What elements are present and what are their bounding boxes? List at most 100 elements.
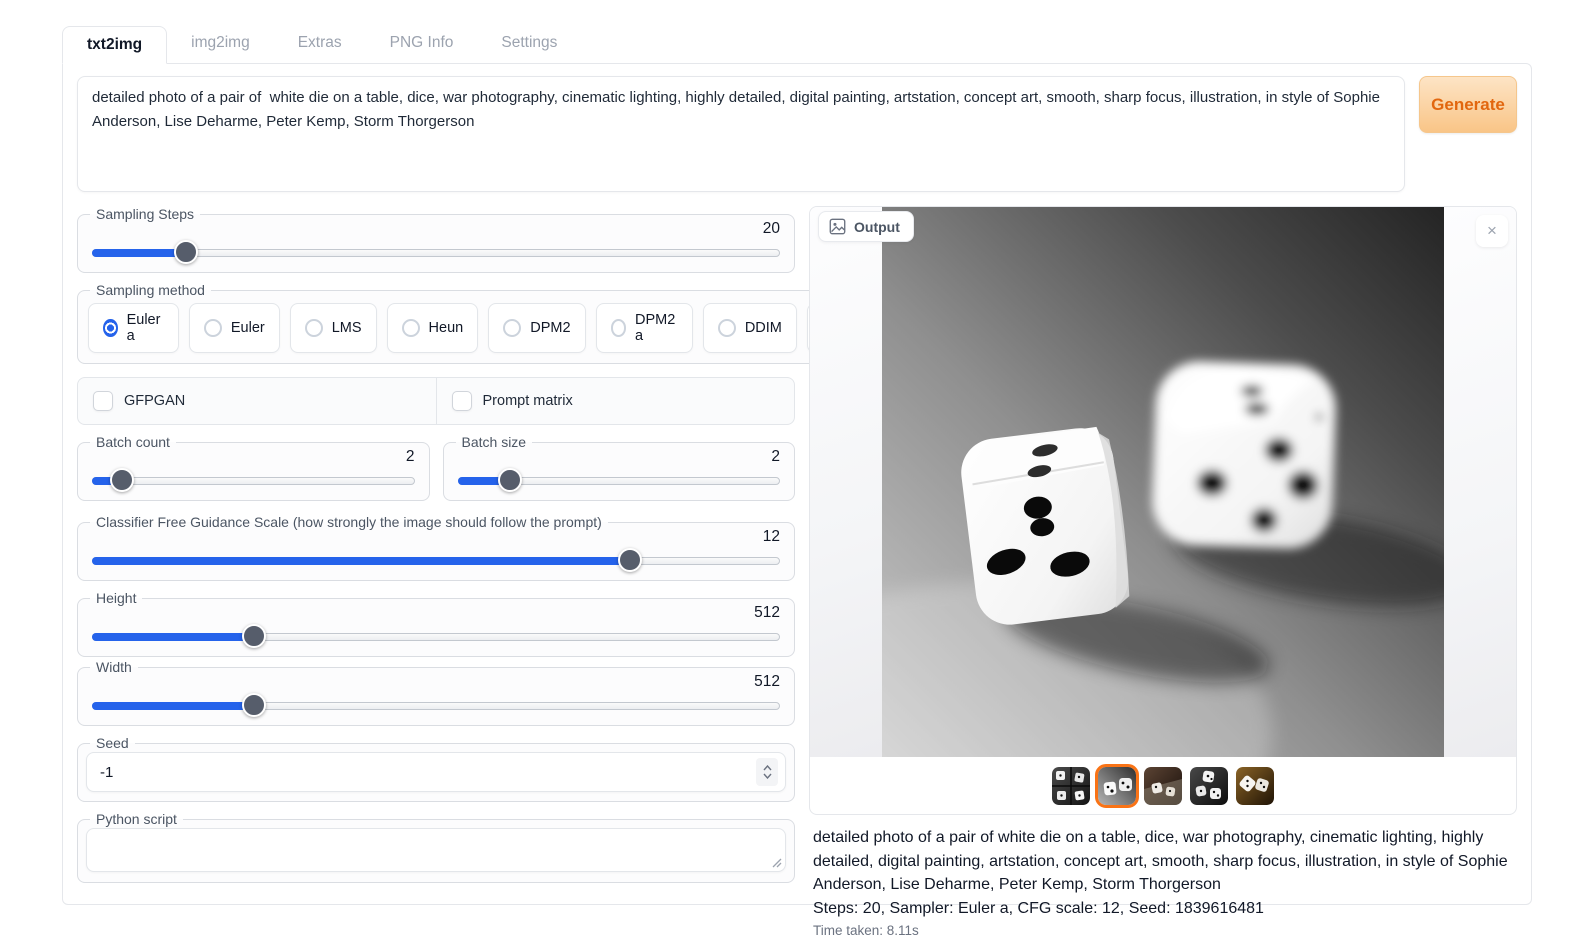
radio-icon xyxy=(204,319,222,337)
prompt-matrix-checkbox[interactable]: Prompt matrix xyxy=(436,378,795,424)
prompt-input[interactable]: detailed photo of a pair of white die on… xyxy=(77,76,1405,192)
sampling-steps-label: Sampling Steps xyxy=(90,206,200,222)
generated-image-dice[interactable] xyxy=(882,207,1444,757)
seed-group: Seed -1 xyxy=(77,735,795,802)
tab-img2img[interactable]: img2img xyxy=(167,25,274,63)
stable-diffusion-webui: txt2img img2img Extras PNG Info Settings… xyxy=(0,0,1594,905)
radio-icon xyxy=(718,319,736,337)
stage-blur-right xyxy=(1444,207,1516,757)
toggle-options-group: GFPGAN Prompt matrix xyxy=(77,377,795,425)
spinner-down-icon xyxy=(763,773,772,779)
radio-dpm2[interactable]: DPM2 xyxy=(488,303,585,353)
number-stepper[interactable] xyxy=(756,758,778,786)
gallery-thumbnail-3[interactable] xyxy=(1144,767,1182,805)
height-label: Height xyxy=(90,590,142,606)
slider-handle[interactable] xyxy=(498,468,522,492)
sampling-steps-slider[interactable] xyxy=(92,239,780,265)
slider-handle[interactable] xyxy=(110,468,134,492)
sampling-method-options: Euler a Euler LMS Heun DPM2 DPM2 a DDIM … xyxy=(86,299,905,356)
width-value: 512 xyxy=(86,673,786,691)
output-label-chip: Output xyxy=(818,211,914,242)
seed-input[interactable]: -1 xyxy=(86,752,786,792)
caption-params-text: Steps: 20, Sampler: Euler a, CFG scale: … xyxy=(813,897,1513,921)
tab-png-info[interactable]: PNG Info xyxy=(366,25,478,63)
sampling-steps-group: Sampling Steps 20 xyxy=(77,206,795,273)
spinner-up-icon xyxy=(763,765,772,771)
height-value: 512 xyxy=(86,604,786,622)
radio-euler[interactable]: Euler xyxy=(189,303,280,353)
radio-label: DDIM xyxy=(745,320,782,336)
radio-label: Heun xyxy=(429,320,464,336)
txt2img-panel: detailed photo of a pair of white die on… xyxy=(62,63,1532,905)
radio-dpm2-a[interactable]: DPM2 a xyxy=(596,303,693,353)
radio-euler-a[interactable]: Euler a xyxy=(88,303,179,353)
sampling-steps-value: 20 xyxy=(86,220,786,238)
gallery-thumbnail-4[interactable] xyxy=(1190,767,1228,805)
radio-lms[interactable]: LMS xyxy=(290,303,377,353)
seed-label: Seed xyxy=(90,735,135,751)
slider-fill xyxy=(92,249,186,257)
cfg-scale-slider[interactable] xyxy=(92,547,780,573)
batch-size-group: Batch size 2 xyxy=(443,434,796,501)
image-stage xyxy=(810,207,1516,757)
output-gallery: Output × xyxy=(809,206,1517,815)
prompt-row: detailed photo of a pair of white die on… xyxy=(77,76,1517,192)
generate-button[interactable]: Generate xyxy=(1419,76,1517,133)
radio-label: Euler xyxy=(231,320,265,336)
tab-bar: txt2img img2img Extras PNG Info Settings xyxy=(62,25,1532,63)
slider-fill xyxy=(92,557,630,565)
gallery-thumbnail-1[interactable] xyxy=(1052,767,1090,805)
cfg-scale-value: 12 xyxy=(86,528,786,546)
python-script-input[interactable] xyxy=(86,828,786,872)
gallery-thumbnail-5[interactable] xyxy=(1236,767,1274,805)
gfpgan-checkbox[interactable]: GFPGAN xyxy=(78,378,436,424)
checkbox-icon xyxy=(93,391,113,411)
slider-fill xyxy=(92,702,254,710)
tab-extras[interactable]: Extras xyxy=(274,25,366,63)
radio-selected-icon xyxy=(103,319,118,337)
slider-handle[interactable] xyxy=(242,624,266,648)
radio-label: DPM2 a xyxy=(635,312,678,344)
cfg-scale-group: Classifier Free Guidance Scale (how stro… xyxy=(77,514,795,581)
height-group: Height 512 xyxy=(77,590,795,657)
cfg-scale-label: Classifier Free Guidance Scale (how stro… xyxy=(90,514,608,530)
python-script-group: Python script xyxy=(77,811,795,883)
batch-count-group: Batch count 2 xyxy=(77,434,430,501)
close-icon[interactable]: × xyxy=(1476,215,1508,247)
batch-count-slider[interactable] xyxy=(92,467,415,493)
python-script-label: Python script xyxy=(90,811,183,827)
tab-settings[interactable]: Settings xyxy=(477,25,581,63)
radio-label: Euler a xyxy=(127,312,164,344)
batch-count-value: 2 xyxy=(86,448,421,466)
caption-time-text: Time taken: 8.11s xyxy=(813,923,1513,935)
radio-label: DPM2 xyxy=(530,320,570,336)
slider-track[interactable] xyxy=(92,477,415,485)
slider-fill xyxy=(92,633,254,641)
radio-icon xyxy=(611,319,626,337)
checkbox-icon xyxy=(452,391,472,411)
radio-heun[interactable]: Heun xyxy=(387,303,479,353)
resize-handle-icon[interactable] xyxy=(769,855,782,868)
radio-ddim[interactable]: DDIM xyxy=(703,303,797,353)
batch-size-label: Batch size xyxy=(456,434,533,450)
caption-prompt-text: detailed photo of a pair of white die on… xyxy=(813,826,1513,897)
prompt-matrix-label: Prompt matrix xyxy=(483,393,573,409)
tab-txt2img[interactable]: txt2img xyxy=(62,26,167,64)
radio-icon xyxy=(305,319,323,337)
slider-handle[interactable] xyxy=(242,693,266,717)
stage-blur-left xyxy=(810,207,882,757)
output-column: Output × xyxy=(809,206,1517,935)
gfpgan-label: GFPGAN xyxy=(124,393,185,409)
output-label: Output xyxy=(854,219,900,235)
generation-info: detailed photo of a pair of white die on… xyxy=(809,826,1517,935)
height-slider[interactable] xyxy=(92,623,780,649)
resize-handle-icon[interactable] xyxy=(1388,175,1401,188)
width-slider[interactable] xyxy=(92,692,780,718)
slider-handle[interactable] xyxy=(174,240,198,264)
batch-size-slider[interactable] xyxy=(458,467,781,493)
slider-handle[interactable] xyxy=(618,548,642,572)
sampling-method-group: Sampling method Euler a Euler LMS Heun D… xyxy=(77,282,914,364)
gallery-thumbnail-2-selected[interactable] xyxy=(1098,767,1136,805)
batch-count-label: Batch count xyxy=(90,434,176,450)
radio-icon xyxy=(503,319,521,337)
